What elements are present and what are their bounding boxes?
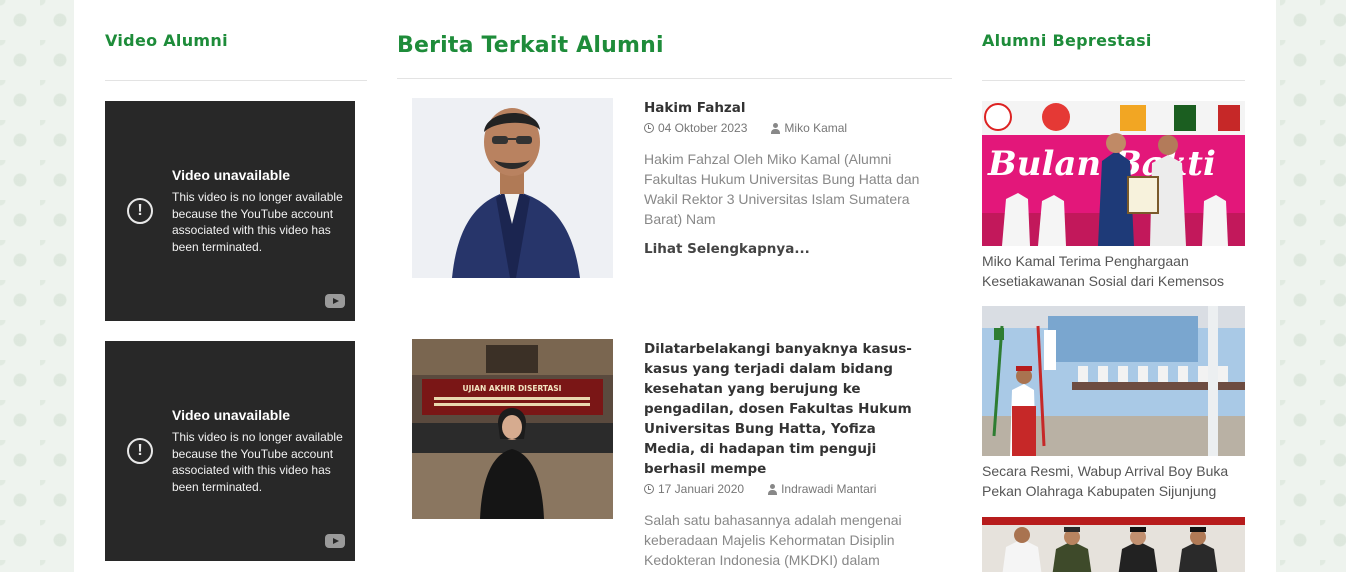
achievement-item[interactable]: Bulan Bakti Miko Kamal Terima Penghargaa… bbox=[982, 101, 1245, 291]
divider bbox=[397, 78, 952, 79]
article-body: Dilatarbelakangi banyaknya kasus-kasus y… bbox=[644, 339, 924, 572]
article-date: 04 Oktober 2023 bbox=[658, 121, 748, 135]
divider bbox=[105, 80, 367, 81]
video-alumni-heading: Video Alumni bbox=[105, 31, 228, 50]
video-player[interactable]: ! Video unavailable This video is no lon… bbox=[105, 341, 355, 561]
video-unavailable-message: This video is no longer available becaus… bbox=[172, 190, 343, 254]
clock-icon bbox=[644, 123, 654, 133]
alert-circle-icon: ! bbox=[127, 438, 153, 464]
video-unavailable-message: This video is no longer available becaus… bbox=[172, 430, 343, 494]
video-player[interactable]: ! Video unavailable This video is no lon… bbox=[105, 101, 355, 321]
video-unavailable-title: Video unavailable bbox=[172, 407, 291, 423]
article-meta: 17 Januari 2020 Indrawadi Mantari bbox=[644, 482, 924, 496]
youtube-logo-icon[interactable] bbox=[325, 534, 345, 548]
banner-text: UJIAN AKHIR DISERTASI bbox=[463, 384, 562, 393]
achievement-caption[interactable]: Secara Resmi, Wabup Arrival Boy Buka Pek… bbox=[982, 461, 1245, 501]
achievement-item[interactable] bbox=[982, 517, 1245, 572]
article-thumbnail[interactable] bbox=[412, 98, 613, 278]
article-date: 17 Januari 2020 bbox=[658, 482, 745, 496]
article-meta: 04 Oktober 2023 Miko Kamal bbox=[644, 121, 924, 135]
achievement-image[interactable] bbox=[982, 517, 1245, 572]
article-title[interactable]: Dilatarbelakangi banyaknya kasus-kasus y… bbox=[644, 339, 924, 479]
news-heading: Berita Terkait Alumni bbox=[397, 33, 664, 58]
user-icon bbox=[771, 122, 781, 134]
user-icon bbox=[768, 483, 778, 495]
article-thumbnail[interactable]: UJIAN AKHIR DISERTASI bbox=[412, 339, 613, 519]
read-more-link[interactable]: Lihat Selengkapnya... bbox=[644, 241, 924, 257]
content-container: Video Alumni ! Video unavailable This vi… bbox=[74, 0, 1276, 572]
article-excerpt: Hakim Fahzal Oleh Miko Kamal (Alumni Fak… bbox=[644, 151, 920, 227]
divider bbox=[982, 80, 1245, 81]
achievement-heading: Alumni Beprestasi bbox=[982, 31, 1152, 50]
article-body: Hakim Fahzal 04 Oktober 2023 Miko Kamal … bbox=[644, 98, 924, 257]
video-unavailable-title: Video unavailable bbox=[172, 167, 291, 183]
alert-circle-icon: ! bbox=[127, 198, 153, 224]
clock-icon bbox=[644, 484, 654, 494]
article-author: Indrawadi Mantari bbox=[781, 482, 877, 496]
article-excerpt: Salah satu bahasannya adalah mengenai ke… bbox=[644, 512, 902, 568]
achievement-image[interactable]: Bulan Bakti bbox=[982, 101, 1245, 246]
achievement-image[interactable] bbox=[982, 306, 1245, 456]
article-title[interactable]: Hakim Fahzal bbox=[644, 98, 924, 118]
article-author: Miko Kamal bbox=[784, 121, 848, 135]
achievement-item[interactable]: Secara Resmi, Wabup Arrival Boy Buka Pek… bbox=[982, 306, 1245, 501]
achievement-caption[interactable]: Miko Kamal Terima Penghargaan Kesetiakaw… bbox=[982, 251, 1245, 291]
youtube-logo-icon[interactable] bbox=[325, 294, 345, 308]
